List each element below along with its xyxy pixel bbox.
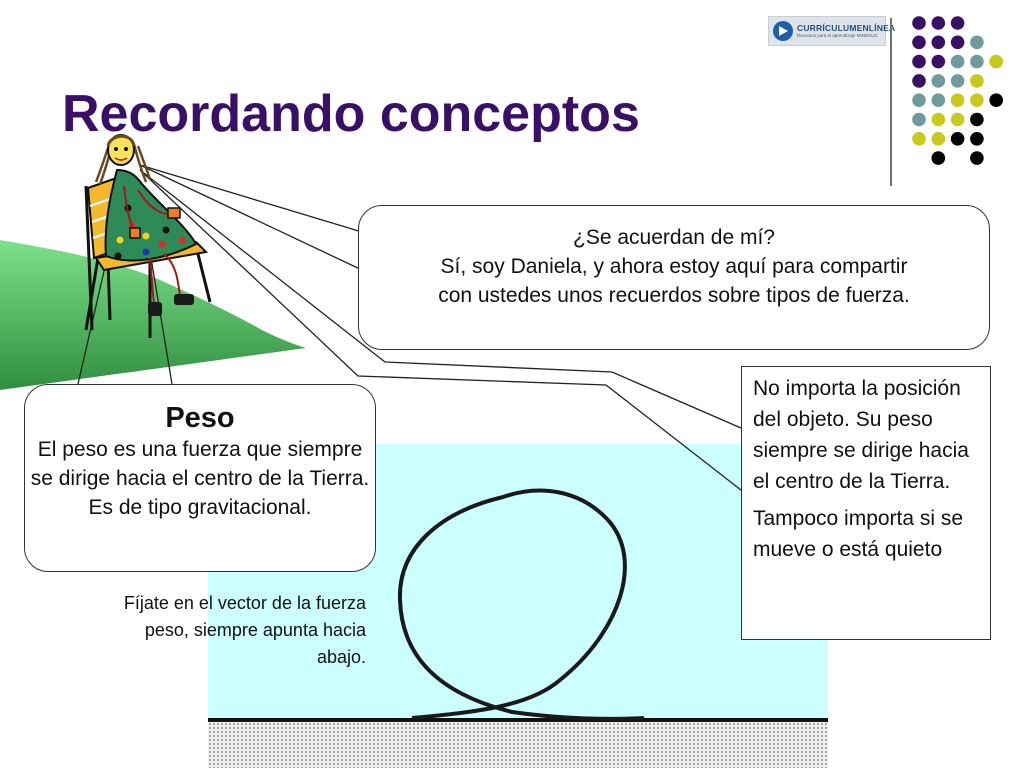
decorative-dot [931, 74, 946, 88]
speech-line-greeting: ¿Se acuerdan de mí? [573, 226, 775, 249]
decorative-dot [950, 74, 965, 88]
decorative-dot [950, 93, 965, 107]
decorative-dot [912, 132, 926, 146]
decorative-dot [912, 93, 926, 107]
speech-bubble: ¿Se acuerdan de mí? Sí, soy Daniela, y a… [358, 205, 990, 350]
decorative-dot-grid [912, 16, 1003, 165]
decorative-dot [950, 54, 965, 69]
decorative-dot [912, 35, 926, 50]
decorative-dot [970, 54, 984, 69]
decorative-dot [931, 16, 946, 30]
decorative-dot [950, 132, 965, 146]
decorative-dot [970, 93, 984, 107]
decorative-dot [931, 151, 946, 165]
decorative-dot [970, 132, 984, 146]
decorative-dot [989, 93, 1003, 107]
explanation-paragraph-position: No importa la posición del objeto. Su pe… [753, 377, 969, 493]
decorative-dot [950, 16, 965, 30]
explanation-paragraph-motion: Tampoco importa si se mueve o está quiet… [753, 507, 964, 561]
decorative-dot [912, 74, 926, 88]
decorative-dot [931, 54, 946, 69]
decorative-dot [912, 16, 926, 30]
speech-line-intro: Sí, soy Daniela, y ahora estoy aquí para… [440, 255, 908, 278]
decorative-dot [912, 54, 926, 69]
decorative-dot [950, 35, 965, 50]
decorative-dot [970, 112, 984, 127]
decorative-dot [931, 132, 946, 146]
decorative-dot [970, 74, 984, 88]
peso-definition-bubble: Peso El peso es una fuerza que siempre s… [24, 384, 376, 572]
explanation-box: No importa la posición del objeto. Su pe… [741, 366, 991, 640]
decorative-dot [931, 35, 946, 50]
decorative-dot [970, 35, 984, 50]
loop-track-illustration [397, 488, 645, 721]
decorative-dot [931, 93, 946, 107]
decorative-dot [989, 54, 1003, 69]
decorative-dot [912, 112, 926, 127]
vector-note: Fíjate en el vector de la fuerza peso, s… [123, 593, 366, 667]
decorative-dot [931, 112, 946, 127]
decorative-dot [950, 112, 965, 127]
speech-line-topic: con ustedes unos recuerdos sobre tipos d… [438, 284, 910, 307]
decorative-dot [970, 151, 984, 165]
peso-definition-text: El peso es una fuerza que siempre se dir… [30, 438, 370, 519]
peso-heading: Peso [165, 402, 235, 434]
